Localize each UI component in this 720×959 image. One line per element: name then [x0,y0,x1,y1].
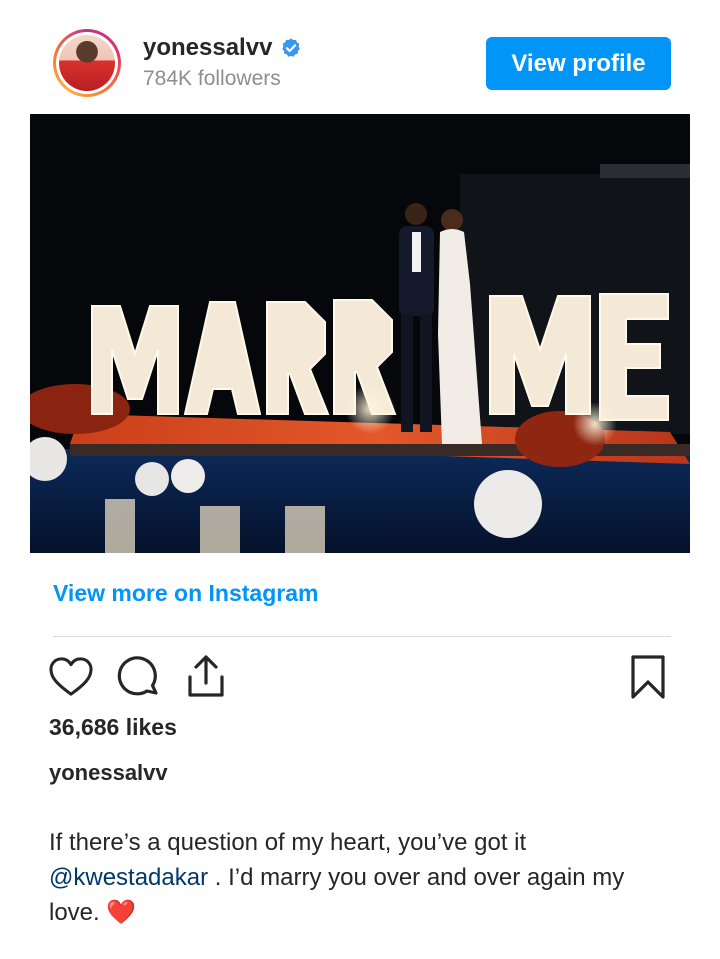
avatar[interactable] [59,35,115,91]
heart-emoji: ❤️ [106,899,137,926]
follower-count: 784K followers [143,67,281,90]
heart-icon[interactable] [48,656,94,698]
view-more-link[interactable]: View more on Instagram [53,580,318,607]
likes-count[interactable]: 36,686 likes [49,714,177,741]
caption-line-3: love. [49,899,107,926]
caption-text: If there’s a question of my heart, you’v… [49,825,689,930]
divider [53,636,671,637]
comment-icon[interactable] [117,656,161,700]
mention-link[interactable]: @kwestadakar [49,864,208,891]
username-row: yonessalvv [143,34,302,62]
caption-line-1: If there’s a question of my heart, you’v… [49,829,527,856]
username-link[interactable]: yonessalvv [143,34,272,62]
caption-username[interactable]: yonessalvv [49,760,168,786]
bookmark-icon[interactable] [630,654,666,700]
view-profile-button[interactable]: View profile [486,37,671,90]
verified-badge-icon [282,38,301,57]
caption-line-2: . I’d marry you over and over again my [208,864,625,891]
post-photo-illustration [30,114,690,553]
action-bar [0,650,720,702]
share-icon[interactable] [184,653,228,699]
post-photo[interactable] [30,114,690,553]
post-header: yonessalvv 784K followers View profile [0,0,720,114]
avatar-story-ring[interactable] [53,29,121,97]
